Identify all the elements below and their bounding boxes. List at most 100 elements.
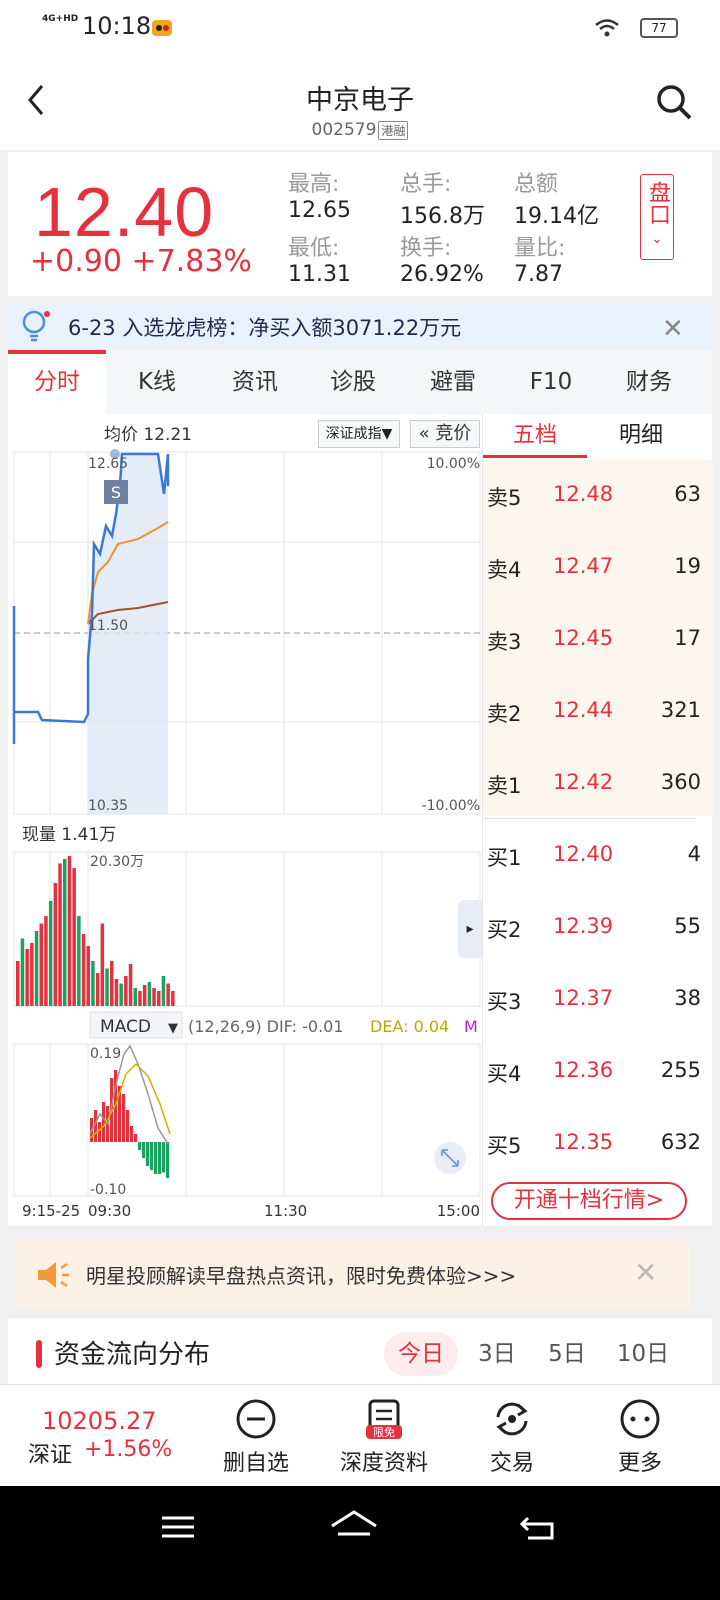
limited-free-badge: 限免 <box>373 1425 395 1439</box>
volume-max-label: 20.30万 <box>90 854 144 870</box>
stock-code: 002579 <box>311 120 377 140</box>
volume-bar <box>166 983 170 1006</box>
pct-bottom-label: -10.00% <box>422 798 480 814</box>
upgrade-ten-levels-button[interactable]: 开通十档行情> <box>491 1182 687 1220</box>
stat-label: 量比: <box>514 236 566 261</box>
volume-bar <box>171 991 175 1006</box>
tab-risk[interactable]: 避雷 <box>404 350 502 414</box>
macd-bar <box>162 1142 166 1173</box>
pankou-button[interactable]: 盘口 ⌄ <box>640 174 674 260</box>
notice-banner[interactable]: 6-23 入选龙虎榜：净买入额3071.22万元 ✕ <box>8 304 712 348</box>
level-label: 买5 <box>487 1134 522 1158</box>
app-header: 中京电子 002579 港融 <box>0 56 720 150</box>
network-indicator: 4G+HD <box>42 14 79 24</box>
ask-row-4[interactable]: 卖4 12.47 19 <box>483 548 705 588</box>
play-icon[interactable]: ▸ <box>458 900 482 958</box>
volume-bar <box>20 938 25 1006</box>
tab-finance[interactable]: 财务 <box>600 350 698 414</box>
tab-kline[interactable]: K线 <box>108 350 206 414</box>
intraday-chart-canvas: S 均价 12.21 12.65 11.50 10.35 10.00% -10.… <box>12 425 481 1220</box>
level-volume: 55 <box>674 914 701 938</box>
avg-price-label: 均价 12.21 <box>104 425 192 445</box>
tab-five-levels[interactable]: 五档 <box>483 414 587 458</box>
bid-row-3[interactable]: 买3 12.37 38 <box>483 980 705 1020</box>
volume-bar <box>44 916 48 1006</box>
volume-bar <box>95 973 100 1006</box>
chevron-down-icon: ⌄ <box>651 231 663 247</box>
volume-bar <box>16 961 20 1006</box>
tab-5-days[interactable]: 5日 <box>530 1332 604 1376</box>
volume-bar <box>91 961 95 1006</box>
clock: 10:18 <box>82 12 152 40</box>
auction-button[interactable]: « 竞价 <box>410 420 480 448</box>
tab-details[interactable]: 明细 <box>589 414 693 458</box>
level-price: 12.36 <box>553 1058 614 1082</box>
stat-value: 19.14亿 <box>514 204 599 229</box>
price-bottom-label: 10.35 <box>88 798 128 814</box>
tab-intraday[interactable]: 分时 <box>8 350 106 414</box>
section-accent <box>36 1340 42 1368</box>
search-icon[interactable] <box>652 80 696 124</box>
intraday-chart[interactable]: S 均价 12.21 12.65 11.50 10.35 10.00% -10.… <box>8 414 482 1226</box>
bid-row-2[interactable]: 买2 12.39 55 <box>483 908 705 948</box>
macd-bar <box>98 1122 102 1142</box>
tab-3-days[interactable]: 3日 <box>460 1332 534 1376</box>
tab-news[interactable]: 资讯 <box>206 350 304 414</box>
level-label: 买4 <box>487 1062 522 1086</box>
more-button[interactable]: 更多 <box>580 1393 700 1483</box>
level-volume: 17 <box>674 626 701 650</box>
price-change: +0.90 +7.83% <box>30 244 252 279</box>
trade-button[interactable]: 交易 <box>452 1393 572 1483</box>
volume-bar <box>30 943 34 1006</box>
price-area <box>88 454 168 814</box>
button-label: 深度资料 <box>339 1451 428 1476</box>
volume-bar <box>48 901 53 1006</box>
index-change: +1.56% <box>84 1437 173 1462</box>
pct-top-label: 10.00% <box>427 456 480 472</box>
index-compare-select[interactable]: 深证成指▼ <box>318 420 400 448</box>
back-nav-icon[interactable] <box>518 1512 558 1544</box>
close-icon[interactable]: ✕ <box>634 1256 657 1289</box>
macd-grid <box>13 1043 481 1197</box>
speaker-icon <box>38 1262 69 1288</box>
tab-today[interactable]: 今日 <box>384 1332 458 1376</box>
macd-select-label: MACD <box>100 1017 151 1037</box>
macd-bar <box>154 1142 158 1174</box>
index-value: 10205.27 <box>42 1407 157 1435</box>
macd-top-label: 0.19 <box>90 1046 121 1062</box>
ask-row-1[interactable]: 卖1 12.42 360 <box>483 764 705 804</box>
macd-bar <box>102 1102 106 1142</box>
volume-bar <box>128 964 133 1006</box>
volume-bar <box>114 979 119 1006</box>
remove-watchlist-button[interactable]: 删自选 <box>196 1393 316 1483</box>
macd-bar <box>126 1110 130 1142</box>
stat-label: 换手: <box>400 236 452 261</box>
ask-row-3[interactable]: 卖3 12.45 17 <box>483 620 705 660</box>
menu-icon[interactable] <box>158 1512 198 1542</box>
bid-row-1[interactable]: 买1 12.40 4 <box>483 836 705 876</box>
fund-flow-title: 资金流向分布 <box>54 1340 211 1370</box>
close-icon[interactable]: ✕ <box>662 314 684 344</box>
promo-banner[interactable]: 明星投顾解读早盘热点资讯，限时免费体验>>> ✕ <box>16 1240 690 1310</box>
level-label: 卖3 <box>487 630 522 654</box>
promo-text: 明星投顾解读早盘热点资讯，限时免费体验>>> <box>86 1264 517 1288</box>
home-icon[interactable] <box>328 1508 380 1544</box>
ask-row-2[interactable]: 卖2 12.44 321 <box>483 692 705 732</box>
lightbulb-icon <box>22 310 50 342</box>
tab-10-days[interactable]: 10日 <box>606 1332 680 1376</box>
last-price: 12.40 <box>34 173 215 251</box>
stat-label: 总额 <box>514 172 559 197</box>
tab-f10[interactable]: F10 <box>502 350 600 414</box>
macd-bar <box>122 1094 126 1142</box>
volume-bar <box>157 991 161 1006</box>
bid-row-4[interactable]: 买4 12.36 255 <box>483 1052 705 1092</box>
ask-row-5[interactable]: 卖5 12.48 63 <box>483 476 705 516</box>
bid-row-5[interactable]: 买5 12.35 632 <box>483 1124 705 1164</box>
volume-bar <box>72 868 76 1006</box>
tab-diagnosis[interactable]: 诊股 <box>304 350 402 414</box>
deep-data-button[interactable]: 限免 深度资料 <box>324 1393 444 1483</box>
wifi-icon <box>595 19 619 37</box>
stat-value: 7.87 <box>514 262 563 287</box>
macd-bar <box>142 1142 146 1158</box>
level-volume: 38 <box>674 986 701 1010</box>
